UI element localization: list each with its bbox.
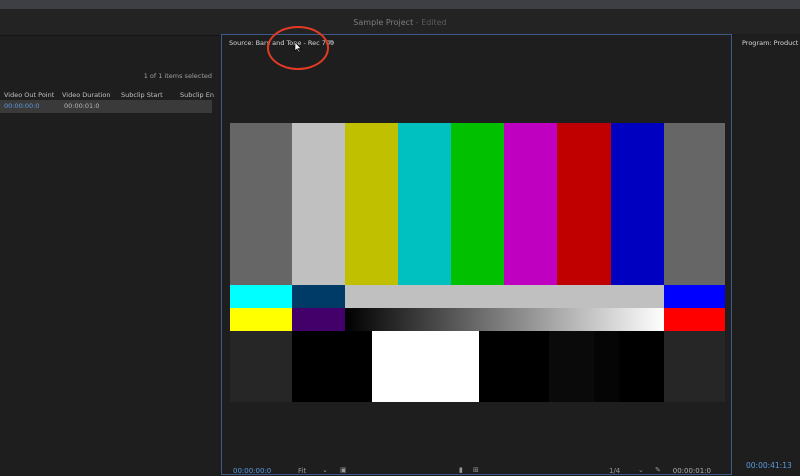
os-menu-strip — [0, 0, 800, 9]
pluge-step-patch — [594, 331, 619, 402]
blue-bar — [611, 123, 664, 285]
chevron-down-icon[interactable]: ⌄ — [638, 466, 645, 474]
table-row[interactable]: 00:00:00:0 00:00:01:0 — [0, 100, 212, 113]
white-bar — [292, 123, 345, 285]
insert-icon[interactable]: ▮ — [459, 466, 466, 474]
source-monitor: Source: Bars and Tone - Rec 709 ≡ 00:00:… — [221, 26, 732, 476]
red-bar — [557, 123, 611, 285]
chevron-down-icon[interactable]: ⌄ — [322, 466, 329, 474]
edited-indicator: - Edited — [413, 18, 447, 27]
video-out-point-value[interactable]: 00:00:00:0 — [4, 102, 40, 110]
overwrite-icon[interactable]: ⊞ — [473, 466, 480, 474]
color-bars-frame — [230, 123, 725, 402]
magenta-bar — [504, 123, 557, 285]
pluge-white-patch — [372, 331, 479, 402]
window-title: Sample Project - Edited — [0, 18, 800, 27]
pluge-step-patch — [549, 331, 594, 402]
program-timecode[interactable]: 00:00:41:13 — [746, 461, 792, 470]
settings-icon[interactable]: ▣ — [340, 466, 347, 474]
purple-patch — [292, 308, 345, 331]
luma-ramp — [345, 308, 664, 331]
yellow-bar — [345, 123, 398, 285]
title-bar: Sample Project - Edited — [0, 0, 800, 36]
panel-menu-icon[interactable]: ≡ — [328, 38, 334, 46]
column-header-video-duration[interactable]: Video Duration — [62, 91, 111, 99]
gray-strip — [345, 285, 664, 308]
color-bars-middle-row-2 — [230, 308, 725, 331]
pluge-black-patch — [292, 331, 372, 402]
color-bars-middle-row-1 — [230, 285, 725, 308]
project-name: Sample Project — [353, 18, 414, 27]
pluge-black-patch — [479, 331, 549, 402]
video-duration-value: 00:00:01:0 — [64, 102, 100, 110]
duration-timecode: 00:00:01:0 — [672, 467, 711, 475]
gray-bar — [230, 123, 292, 285]
gray-bar — [664, 123, 725, 285]
selection-status: 1 of 1 items selected — [143, 72, 212, 80]
wrench-icon[interactable]: ✎ — [655, 466, 662, 474]
blue-patch — [664, 285, 725, 308]
color-bars-top-row — [230, 123, 725, 285]
pluge-gray-patch — [664, 331, 725, 402]
pluge-black-patch — [619, 331, 664, 402]
column-headers: Video Out Point Video Duration Subclip S… — [0, 89, 214, 100]
resolution-dropdown[interactable]: 1/4 — [609, 467, 620, 475]
cyan-patch — [230, 285, 292, 308]
green-bar — [451, 123, 504, 285]
fit-dropdown[interactable]: Fit — [298, 467, 306, 475]
project-panel: 1 of 1 items selected Video Out Point Vi… — [0, 36, 218, 475]
red-patch — [664, 308, 725, 331]
program-monitor-tab[interactable]: Program: Product W — [742, 39, 800, 47]
playhead-timecode[interactable]: 00:00:00:0 — [233, 467, 271, 475]
dark-blue-patch — [292, 285, 345, 308]
column-header-subclip-start[interactable]: Subclip Start — [121, 91, 163, 99]
mouse-cursor-icon — [294, 42, 302, 53]
column-header-video-out-point[interactable]: Video Out Point — [4, 91, 54, 99]
pluge-gray-patch — [230, 331, 292, 402]
program-monitor: Program: Product W 00:00:41:13 — [735, 34, 800, 475]
yellow-patch — [230, 308, 292, 331]
column-header-subclip-end[interactable]: Subclip En — [180, 91, 214, 99]
source-monitor-controls: 00:00:00:0 Fit ⌄ ▣ ▮ ⊞ 1/4 ⌄ ✎ 00:00:01:… — [222, 465, 731, 476]
cyan-bar — [398, 123, 451, 285]
pluge-row — [230, 331, 725, 402]
